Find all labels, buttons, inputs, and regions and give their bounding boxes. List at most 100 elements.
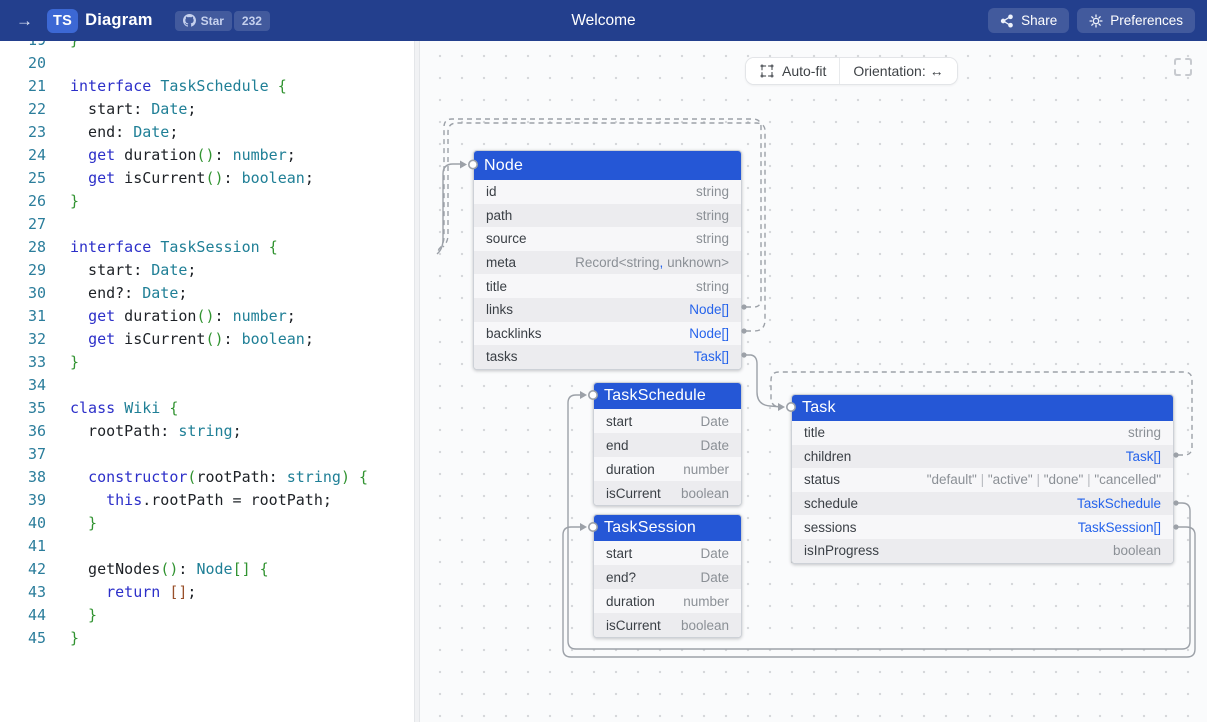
property-name: end?	[606, 570, 636, 585]
code-line[interactable]: 29 start: Date;	[0, 259, 414, 282]
edge-arrowhead	[580, 391, 587, 399]
code-line[interactable]: 36 rootPath: string;	[0, 420, 414, 443]
share-button[interactable]: Share	[988, 8, 1069, 33]
line-number: 42	[0, 558, 46, 581]
code-line[interactable]: 30 end?: Date;	[0, 282, 414, 305]
code-line[interactable]: 20	[0, 52, 414, 75]
property-type: string	[696, 184, 729, 199]
code-line[interactable]: 22 start: Date;	[0, 98, 414, 121]
github-icon	[183, 14, 196, 27]
code-line[interactable]: 23 end: Date;	[0, 121, 414, 144]
code-line[interactable]: 43 return [];	[0, 581, 414, 604]
code-line[interactable]: 41	[0, 535, 414, 558]
entity-header-tasksession[interactable]: TaskSession	[594, 515, 741, 541]
edge-Node.links-entry	[437, 164, 462, 254]
entity-node[interactable]: NodeidstringpathstringsourcestringmetaRe…	[473, 150, 742, 370]
canvas-toolbar: Auto-fit Orientation: ↔	[745, 57, 958, 85]
code-line[interactable]: 24 get duration(): number;	[0, 144, 414, 167]
preferences-button[interactable]: Preferences	[1077, 8, 1195, 33]
code-text: start: Date;	[70, 98, 196, 121]
github-star-widget[interactable]: Star 232	[175, 11, 270, 31]
code-editor[interactable]: 19}2021interface TaskSchedule {22 start:…	[0, 41, 414, 722]
type-link[interactable]: Task[]	[1126, 449, 1161, 464]
github-star-button[interactable]: Star	[175, 11, 232, 31]
property-type: Date	[700, 414, 729, 429]
code-line[interactable]: 40 }	[0, 512, 414, 535]
property-type: TaskSchedule	[1077, 496, 1161, 511]
entity-header-taskschedule[interactable]: TaskSchedule	[594, 383, 741, 409]
type-link[interactable]: Node[]	[689, 302, 729, 317]
back-arrow-icon[interactable]: →	[12, 10, 37, 31]
line-number: 23	[0, 121, 46, 144]
entity-row-task-status: status"default" | "active" | "done" | "c…	[792, 468, 1173, 492]
property-name: start	[606, 546, 632, 561]
gear-icon	[1089, 14, 1103, 28]
source-port	[1173, 500, 1178, 505]
code-text: interface TaskSchedule {	[70, 75, 287, 98]
code-line[interactable]: 32 get isCurrent(): boolean;	[0, 328, 414, 351]
entity-taskschedule[interactable]: TaskSchedulestartDateendDatedurationnumb…	[593, 382, 742, 506]
code-line[interactable]: 37	[0, 443, 414, 466]
fullscreen-icon[interactable]	[1172, 56, 1194, 78]
entity-row-tasksession-duration: durationnumber	[594, 589, 741, 613]
code-line[interactable]: 35class Wiki {	[0, 397, 414, 420]
line-number: 37	[0, 443, 46, 466]
code-text: get isCurrent(): boolean;	[70, 167, 314, 190]
property-name: start	[606, 414, 632, 429]
entity-tasksession[interactable]: TaskSessionstartDateend?Datedurationnumb…	[593, 514, 742, 638]
property-type: number	[683, 594, 729, 609]
source-port	[1173, 452, 1178, 457]
auto-fit-button[interactable]: Auto-fit	[746, 58, 839, 84]
property-name: isCurrent	[606, 486, 661, 501]
orientation-button[interactable]: Orientation: ↔	[839, 58, 956, 84]
github-star-count[interactable]: 232	[234, 11, 270, 31]
type-link[interactable]: Node[]	[689, 326, 729, 341]
line-number: 36	[0, 420, 46, 443]
line-number: 35	[0, 397, 46, 420]
line-number: 26	[0, 190, 46, 213]
entity-row-tasksession-end: end?Date	[594, 565, 741, 589]
code-line[interactable]: 45}	[0, 627, 414, 650]
code-line[interactable]: 27	[0, 213, 414, 236]
property-name: duration	[606, 462, 655, 477]
type-link[interactable]: Task[]	[694, 349, 729, 364]
code-text: start: Date;	[70, 259, 196, 282]
code-line[interactable]: 33}	[0, 351, 414, 374]
entity-task[interactable]: TasktitlestringchildrenTask[]status"defa…	[791, 394, 1174, 564]
diagram-canvas[interactable]: NodeidstringpathstringsourcestringmetaRe…	[420, 41, 1207, 722]
source-port	[741, 352, 746, 357]
code-line[interactable]: 31 get duration(): number;	[0, 305, 414, 328]
code-line[interactable]: 19}	[0, 41, 414, 52]
entity-row-node-links: linksNode[]	[474, 298, 741, 322]
code-line[interactable]: 42 getNodes(): Node[] {	[0, 558, 414, 581]
code-text: interface TaskSession {	[70, 236, 278, 259]
line-number: 28	[0, 236, 46, 259]
code-text: }	[70, 351, 79, 374]
editor-lines: 19}2021interface TaskSchedule {22 start:…	[0, 41, 414, 650]
property-type: Task[]	[1126, 449, 1161, 464]
line-number: 43	[0, 581, 46, 604]
type-link[interactable]: TaskSchedule	[1077, 496, 1161, 511]
entity-row-node-backlinks: backlinksNode[]	[474, 322, 741, 346]
source-port	[1173, 524, 1178, 529]
property-type: string	[696, 279, 729, 294]
orientation-label: Orientation: ↔	[853, 63, 943, 79]
entity-header-task[interactable]: Task	[792, 395, 1173, 421]
code-line[interactable]: 38 constructor(rootPath: string) {	[0, 466, 414, 489]
code-line[interactable]: 25 get isCurrent(): boolean;	[0, 167, 414, 190]
code-line[interactable]: 44 }	[0, 604, 414, 627]
line-number: 25	[0, 167, 46, 190]
code-line[interactable]: 21interface TaskSchedule {	[0, 75, 414, 98]
code-line[interactable]: 39 this.rootPath = rootPath;	[0, 489, 414, 512]
code-line[interactable]: 34	[0, 374, 414, 397]
line-number: 39	[0, 489, 46, 512]
property-name: status	[804, 472, 840, 487]
code-line[interactable]: 28 interface TaskSession {	[0, 236, 414, 259]
logo-text: Diagram	[85, 11, 152, 30]
code-text: getNodes(): Node[] {	[70, 558, 269, 581]
property-name: path	[486, 208, 512, 223]
type-link[interactable]: TaskSession[]	[1078, 520, 1161, 535]
entity-header-node[interactable]: Node	[474, 151, 741, 180]
code-line[interactable]: 26}	[0, 190, 414, 213]
line-number: 32	[0, 328, 46, 351]
